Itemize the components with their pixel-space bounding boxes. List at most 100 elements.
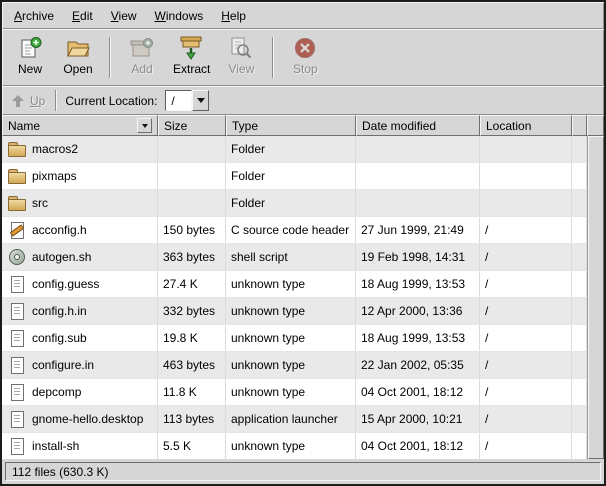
new-button[interactable]: New	[6, 32, 54, 83]
toolbar-separator	[109, 37, 111, 78]
extract-button-label: Extract	[173, 62, 210, 76]
file-row[interactable]: macros2 Folder	[2, 136, 587, 163]
view-file-icon	[228, 35, 254, 61]
location-combo-value: /	[165, 90, 192, 111]
file-row[interactable]: install-sh 5.5 K unknown type 04 Oct 200…	[2, 433, 587, 459]
name-cell: pixmaps	[2, 163, 158, 189]
file-size	[158, 190, 226, 216]
file-type: unknown type	[226, 271, 356, 297]
chevron-down-icon	[197, 98, 205, 103]
add-to-archive-icon	[129, 35, 155, 61]
file-row[interactable]: config.sub 19.8 K unknown type 18 Aug 19…	[2, 325, 587, 352]
file-location: /	[480, 298, 572, 324]
file-location	[480, 136, 572, 162]
file-location: /	[480, 433, 572, 459]
file-row[interactable]: src Folder	[2, 190, 587, 217]
file-type: unknown type	[226, 325, 356, 351]
doc-icon	[7, 410, 27, 428]
stop-icon	[292, 35, 318, 61]
file-date-modified: 22 Jan 2002, 05:35	[356, 352, 480, 378]
menu-windows[interactable]: Windows	[146, 4, 213, 28]
location-combo-dropdown-button[interactable]	[192, 90, 209, 111]
view-button-label: View	[228, 62, 254, 76]
scrollbar-thumb[interactable]	[588, 136, 604, 459]
toolbar: New Open Add	[2, 29, 604, 86]
filler-cell	[572, 217, 587, 243]
column-header-name[interactable]: Name	[2, 115, 158, 136]
extract-button[interactable]: Extract	[166, 32, 217, 83]
location-combo[interactable]: /	[165, 90, 209, 111]
file-name: depcomp	[32, 385, 81, 399]
file-row[interactable]: pixmaps Folder	[2, 163, 587, 190]
file-date-modified	[356, 190, 480, 216]
view-button[interactable]: View	[217, 32, 265, 83]
menu-view[interactable]: View	[102, 4, 146, 28]
file-name: autogen.sh	[32, 250, 91, 264]
filler-cell	[572, 406, 587, 432]
up-button[interactable]: Up	[7, 92, 53, 110]
filler-cell	[572, 298, 587, 324]
file-type: unknown type	[226, 352, 356, 378]
column-header-filler	[572, 115, 587, 136]
stop-button[interactable]: Stop	[281, 32, 329, 83]
vertical-scrollbar[interactable]	[587, 115, 604, 459]
column-header-size[interactable]: Size	[158, 115, 226, 136]
file-row[interactable]: gnome-hello.desktop 113 bytes applicatio…	[2, 406, 587, 433]
file-row[interactable]: config.guess 27.4 K unknown type 18 Aug …	[2, 271, 587, 298]
file-row[interactable]: acconfig.h 150 bytes C source code heade…	[2, 217, 587, 244]
doc-icon	[7, 356, 27, 374]
file-size: 363 bytes	[158, 244, 226, 270]
add-button[interactable]: Add	[118, 32, 166, 83]
status-bar-area: 112 files (630.3 K)	[2, 459, 604, 484]
name-cell: src	[2, 190, 158, 216]
file-date-modified: 18 Aug 1999, 13:53	[356, 271, 480, 297]
file-date-modified: 19 Feb 1998, 14:31	[356, 244, 480, 270]
menu-help[interactable]: Help	[212, 4, 255, 28]
column-header-location[interactable]: Location	[480, 115, 572, 136]
file-type: application launcher	[226, 406, 356, 432]
location-bar: Up Current Location: /	[2, 86, 604, 115]
file-location	[480, 190, 572, 216]
toolbar-separator	[272, 37, 274, 78]
file-name: src	[32, 196, 48, 210]
file-row[interactable]: depcomp 11.8 K unknown type 04 Oct 2001,…	[2, 379, 587, 406]
file-name: config.h.in	[32, 304, 87, 318]
archive-manager-window: Archive Edit View Windows Help New	[0, 0, 606, 486]
file-size: 463 bytes	[158, 352, 226, 378]
file-date-modified: 12 Apr 2000, 13:36	[356, 298, 480, 324]
folder-icon	[7, 167, 27, 185]
file-type: Folder	[226, 163, 356, 189]
file-location	[480, 163, 572, 189]
name-cell: depcomp	[2, 379, 158, 405]
file-type: unknown type	[226, 298, 356, 324]
column-header-date-modified[interactable]: Date modified	[356, 115, 480, 136]
file-name: install-sh	[32, 439, 79, 453]
file-size: 5.5 K	[158, 433, 226, 459]
chevron-down-icon	[142, 124, 148, 128]
file-row[interactable]: autogen.sh 363 bytes shell script 19 Feb…	[2, 244, 587, 271]
file-location: /	[480, 325, 572, 351]
column-header-type[interactable]: Type	[226, 115, 356, 136]
name-cell: config.guess	[2, 271, 158, 297]
name-cell: gnome-hello.desktop	[2, 406, 158, 432]
menu-archive[interactable]: Archive	[5, 4, 63, 28]
sort-indicator-icon[interactable]	[137, 118, 152, 133]
filler-cell	[572, 433, 587, 459]
scrollbar-trough[interactable]	[587, 136, 604, 459]
folder-icon	[7, 194, 27, 212]
menu-edit[interactable]: Edit	[63, 4, 102, 28]
filler-cell	[572, 136, 587, 162]
file-date-modified: 04 Oct 2001, 18:12	[356, 433, 480, 459]
doc-icon	[7, 437, 27, 455]
file-location: /	[480, 379, 572, 405]
file-row[interactable]: configure.in 463 bytes unknown type 22 J…	[2, 352, 587, 379]
file-type: unknown type	[226, 379, 356, 405]
open-button[interactable]: Open	[54, 32, 102, 83]
file-name: config.sub	[32, 331, 87, 345]
file-location: /	[480, 271, 572, 297]
file-size: 332 bytes	[158, 298, 226, 324]
file-row[interactable]: config.h.in 332 bytes unknown type 12 Ap…	[2, 298, 587, 325]
new-archive-icon	[17, 35, 43, 61]
file-name: pixmaps	[32, 169, 77, 183]
file-date-modified: 18 Aug 1999, 13:53	[356, 325, 480, 351]
